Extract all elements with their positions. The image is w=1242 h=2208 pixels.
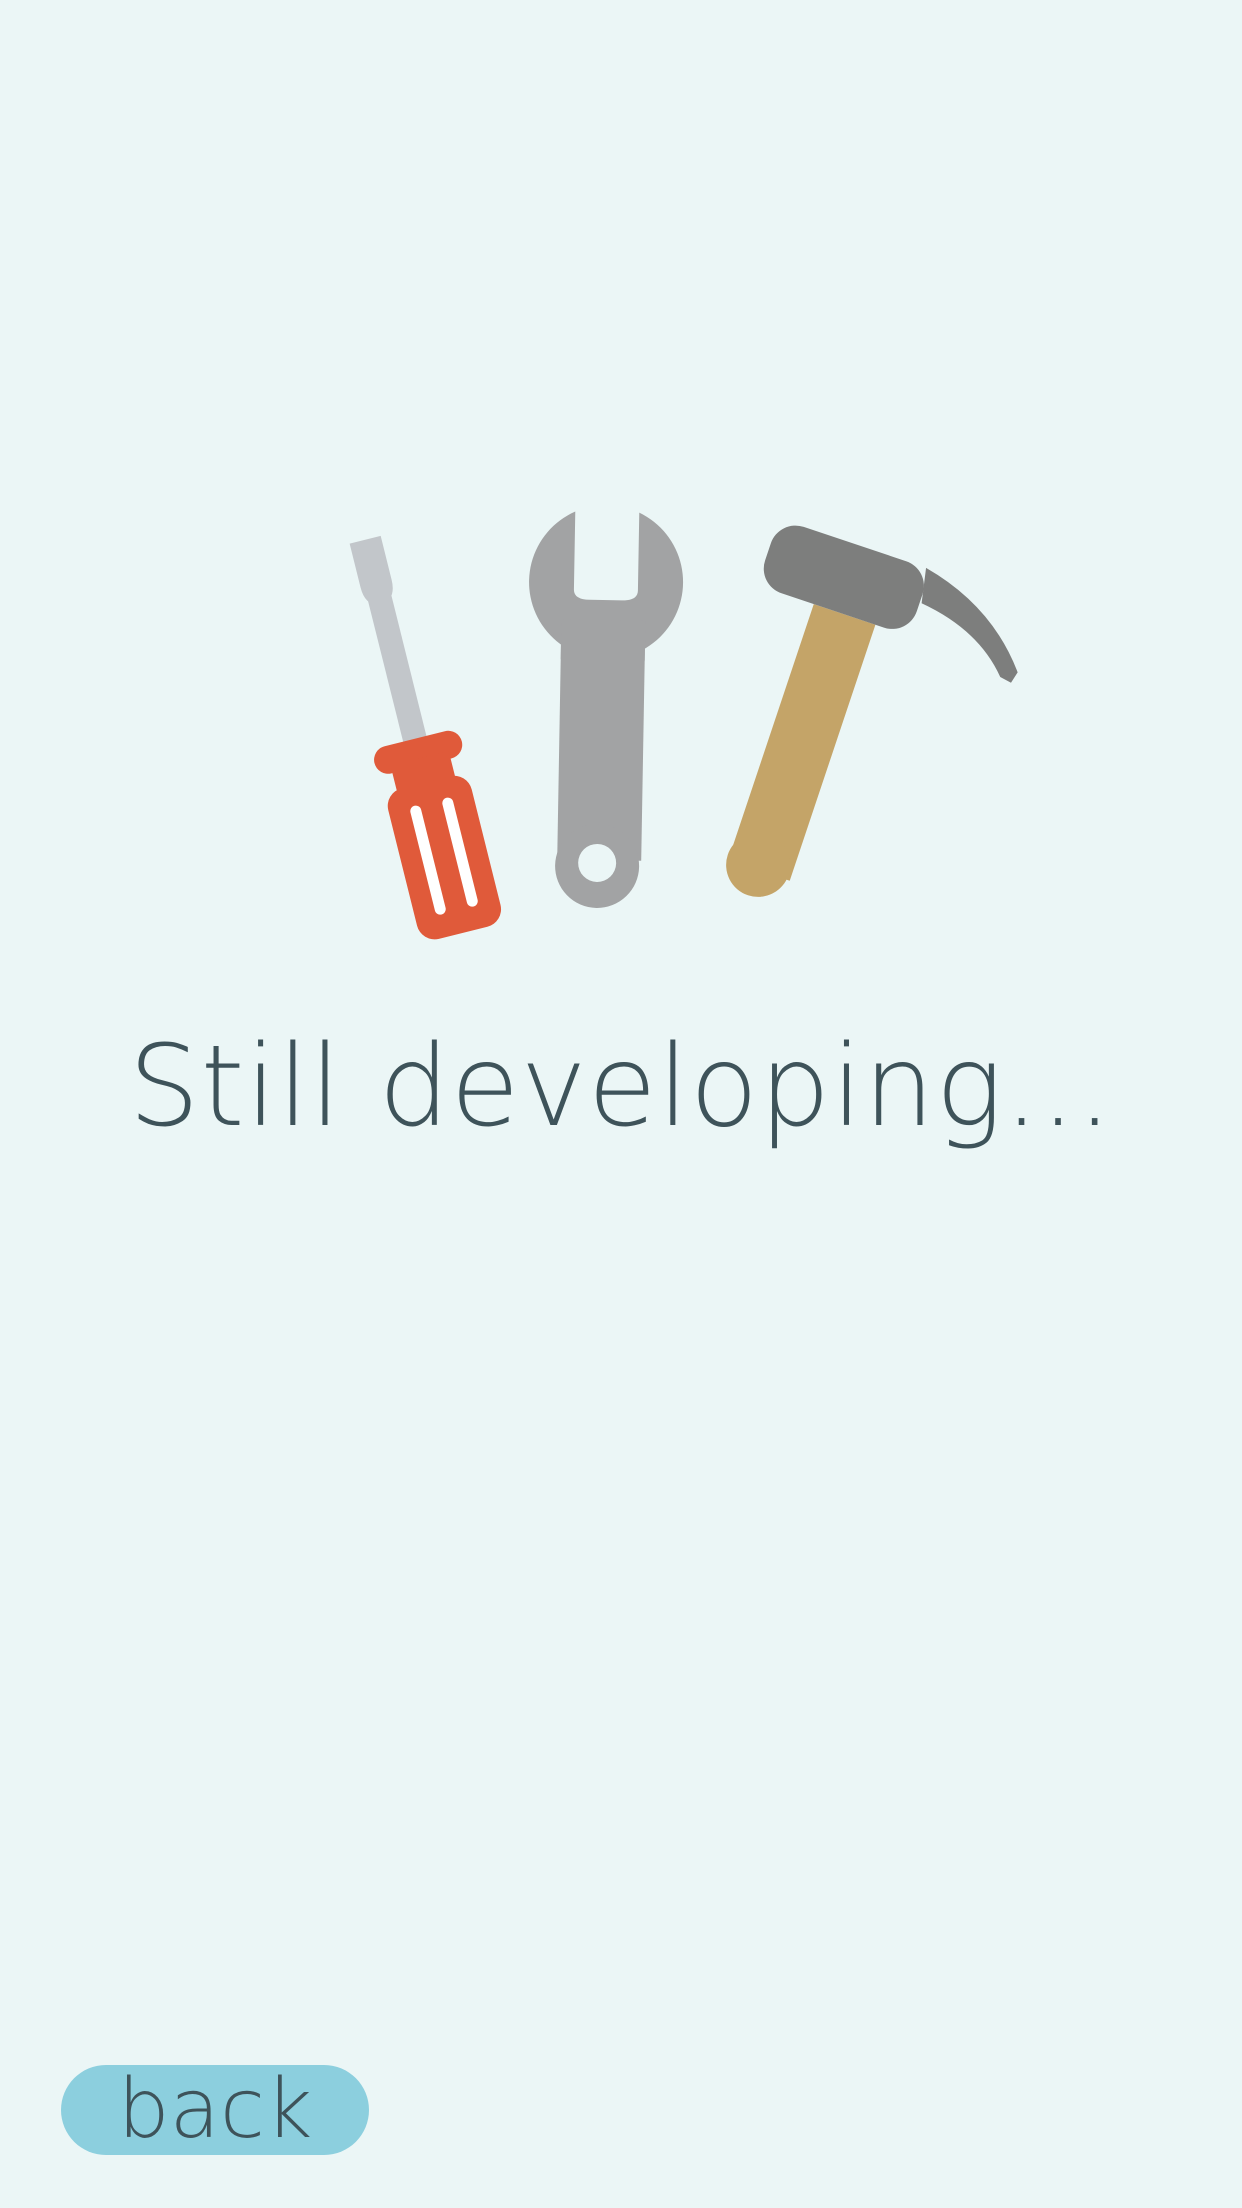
still-developing-message: Still developing...	[128, 1022, 1114, 1152]
tools-illustration	[0, 0, 1242, 1000]
back-button[interactable]: back	[61, 2065, 369, 2155]
hammer-icon	[726, 525, 1018, 897]
